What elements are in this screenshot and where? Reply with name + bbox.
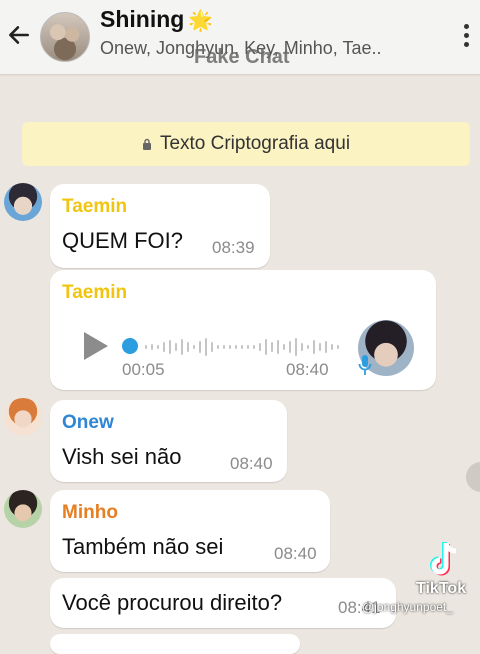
more-options-icon[interactable] [458,22,474,50]
floating-button[interactable] [466,462,480,492]
back-arrow-icon[interactable] [6,22,32,48]
avatar-taemin[interactable] [4,183,42,221]
lock-icon [142,138,151,150]
message-text: Você procurou direito? [62,590,283,615]
tiktok-brand-text: TikTok [416,580,467,597]
star-emoji-icon: 🌟 [188,10,214,32]
play-icon[interactable] [84,332,108,360]
chat-title-text: Shining [100,6,185,32]
avatar-minho[interactable] [4,490,42,528]
voice-message-bubble[interactable]: Taemin 00:05 08:40 [50,270,436,390]
message-time: 08:40 [274,544,317,563]
group-avatar[interactable] [40,12,90,62]
avatar-onew[interactable] [4,398,42,436]
sender-name: Minho [62,502,118,523]
message-text: Também não sei [62,534,224,559]
voice-progress-handle[interactable] [122,338,138,354]
chat-title[interactable]: Shining 🌟 [100,6,213,33]
sender-name: Taemin [62,196,128,217]
message-text: QUEM FOI? [62,228,184,253]
microphone-icon [358,355,372,375]
message-bubble[interactable]: Onew Vish sei não 08:40 [50,400,287,482]
encryption-notice-text: Texto Criptografia aqui [159,133,351,154]
message-time: 08:40 [286,360,329,379]
message-bubble-partial[interactable] [50,634,300,654]
voice-waveform[interactable] [142,334,342,360]
message-bubble[interactable]: Você procurou direito? 08:41 [50,578,396,628]
voice-elapsed-time: 00:05 [122,360,165,379]
sender-name: Onew [62,412,114,433]
message-bubble[interactable]: Taemin QUEM FOI? 08:39 [50,184,270,268]
message-time: 08:40 [230,454,273,473]
encryption-notice[interactable]: Texto Criptografia aqui [22,122,470,166]
tiktok-logo-icon [430,542,457,576]
message-text: Vish sei não [62,444,182,469]
fake-chat-overlay-label: Fake Chat [194,46,290,68]
sender-name: Taemin [62,282,128,303]
message-bubble[interactable]: Minho Também não sei 08:40 [50,490,330,572]
tiktok-username: @jonghyunpoet_ [362,600,453,614]
message-time: 08:39 [212,238,255,257]
